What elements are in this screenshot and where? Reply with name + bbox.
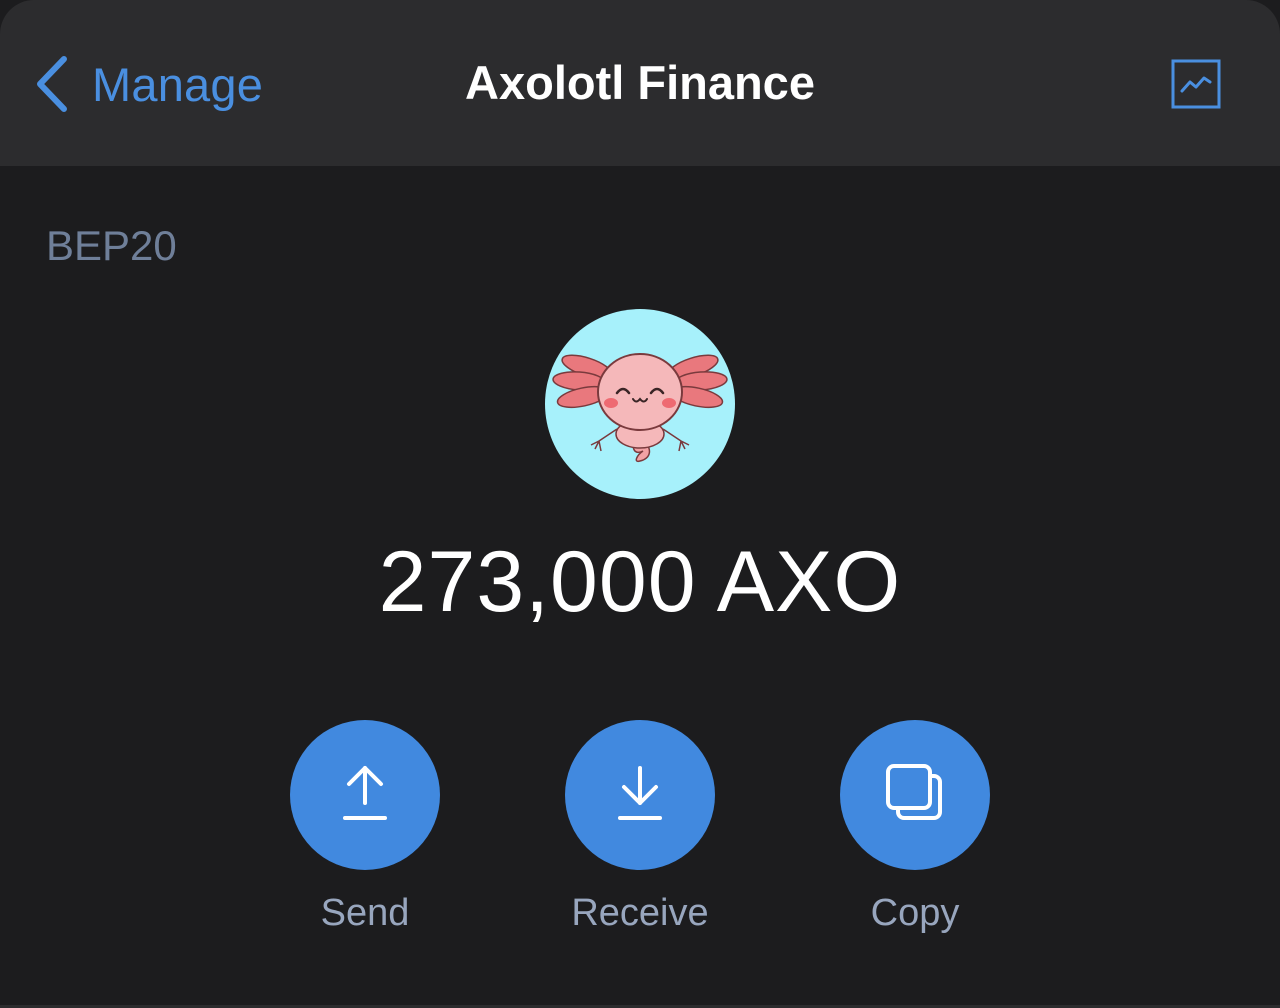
page-title: Axolotl Finance bbox=[465, 56, 815, 109]
copy-icon bbox=[884, 762, 946, 829]
axolotl-logo bbox=[545, 309, 735, 499]
network-label: BEP20 bbox=[46, 222, 177, 269]
receive-button[interactable]: Receive bbox=[565, 720, 715, 935]
wallet-token-screen: Manage Axolotl Finance BEP20 273,000 AXO… bbox=[0, 0, 1280, 1008]
receive-label: Receive bbox=[571, 892, 709, 934]
send-button-circle[interactable] bbox=[290, 720, 440, 870]
arrow-down-icon bbox=[616, 763, 664, 828]
copy-label: Copy bbox=[870, 892, 960, 934]
navigation-bar: Manage Axolotl Finance bbox=[0, 0, 1280, 166]
copy-button[interactable]: Copy bbox=[840, 720, 990, 935]
chart-icon bbox=[1171, 59, 1221, 113]
copy-button-circle[interactable] bbox=[840, 720, 990, 870]
send-button[interactable]: Send bbox=[290, 720, 440, 935]
token-balance: 273,000 AXO bbox=[378, 534, 902, 630]
send-label: Send bbox=[320, 892, 410, 934]
chart-button[interactable] bbox=[1171, 59, 1221, 109]
receive-button-circle[interactable] bbox=[565, 720, 715, 870]
arrow-up-icon bbox=[341, 763, 389, 828]
